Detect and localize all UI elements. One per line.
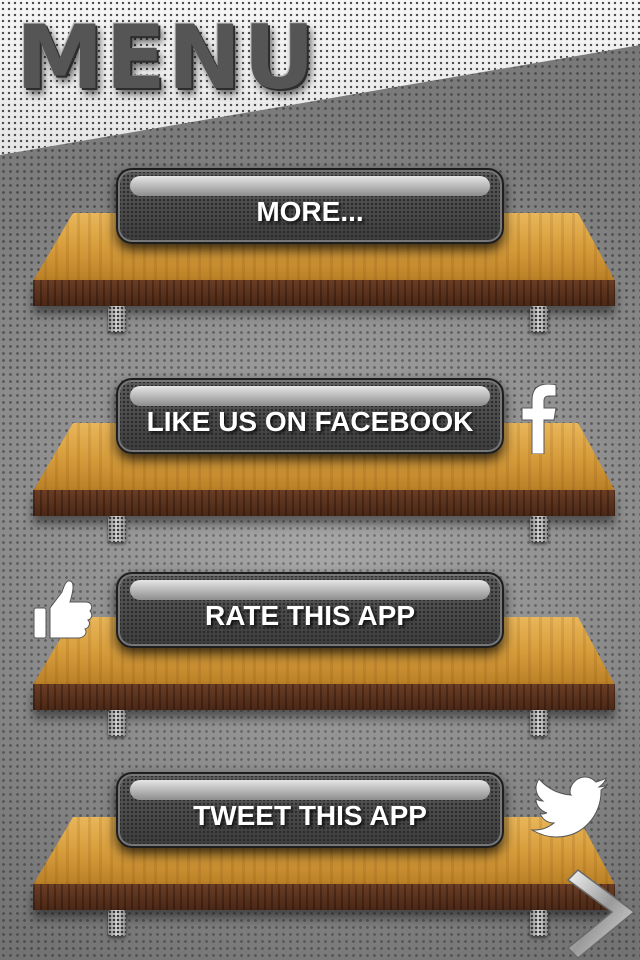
button-gloss [130,780,490,800]
facebook-icon[interactable] [518,384,558,454]
thumbs-up-icon[interactable] [30,578,94,642]
shelf-plank-front [33,280,615,306]
page-title: MENU [16,6,317,109]
shelf-2: LIKE US ON FACEBOOK [0,378,640,542]
shelf-bracket [108,306,126,332]
like-facebook-button-label: LIKE US ON FACEBOOK [146,406,474,437]
shelf-bracket [530,710,548,736]
shelf-plank-front [33,490,615,516]
rate-app-button-label: RATE THIS APP [204,600,415,631]
shelf-bracket [530,910,548,936]
more-button-label: MORE... [256,196,364,227]
shelf-3: RATE THIS APP [0,572,640,736]
shelf-4: TWEET THIS APP [0,772,640,936]
rate-app-button[interactable]: RATE THIS APP [116,572,504,648]
shelf-bracket [108,710,126,736]
button-gloss [130,580,490,600]
shelf-plank-front [33,684,615,710]
like-facebook-button[interactable]: LIKE US ON FACEBOOK [116,378,504,454]
twitter-bird-icon[interactable] [530,776,610,842]
shelf-bracket [530,306,548,332]
shelf-bracket [530,516,548,542]
button-gloss [130,176,490,196]
chevron-right-icon[interactable] [564,866,640,960]
shelf-plank-front [33,884,615,910]
shelf-bracket [108,910,126,936]
more-button[interactable]: MORE... [116,168,504,244]
tweet-app-button-label: TWEET THIS APP [193,800,427,831]
shelf-1: MORE... [0,168,640,332]
shelf-bracket [108,516,126,542]
tweet-app-button[interactable]: TWEET THIS APP [116,772,504,848]
button-gloss [130,386,490,406]
